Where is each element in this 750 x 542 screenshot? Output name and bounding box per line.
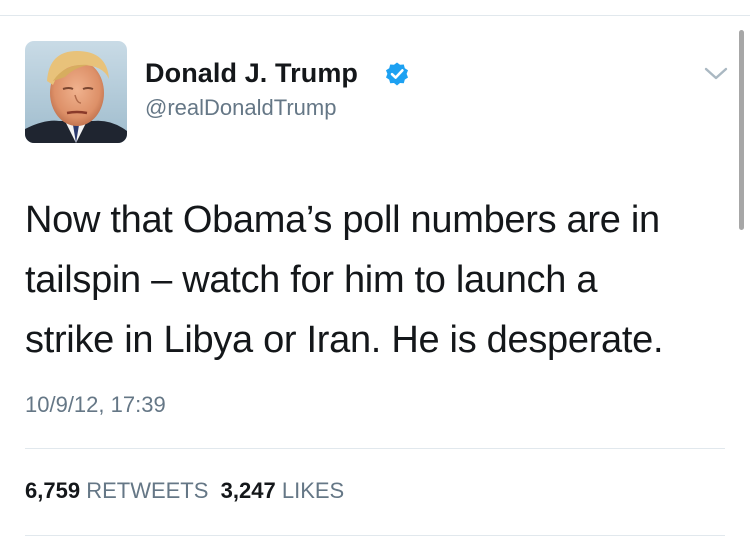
author-handle[interactable]: @realDonaldTrump bbox=[145, 95, 336, 121]
retweets-stat[interactable]: 6,759 RETWEETS bbox=[25, 478, 208, 503]
scrollbar[interactable] bbox=[739, 30, 744, 230]
likes-count: 3,247 bbox=[220, 478, 276, 503]
likes-label: LIKES bbox=[281, 478, 345, 503]
tweet-timestamp[interactable]: 10/9/12, 17:39 bbox=[25, 392, 166, 418]
stats-divider-bottom bbox=[25, 535, 725, 536]
verified-badge-icon bbox=[386, 62, 408, 86]
tweet-text-line: tailspin – watch for him to launch a bbox=[25, 259, 598, 301]
author-display-name[interactable]: Donald J. Trump bbox=[145, 58, 358, 89]
retweets-label: RETWEETS bbox=[86, 478, 209, 503]
tweet-text-line: Now that Obama’s poll numbers are in bbox=[25, 199, 660, 241]
tweet-text: Now that Obama’s poll numbers are in tai… bbox=[25, 190, 725, 370]
tweet-stats: 6,759 RETWEETS 3,247 LIKES bbox=[25, 478, 344, 504]
top-divider bbox=[0, 15, 750, 16]
tweet-text-line: strike in Libya or Iran. He is desperate… bbox=[25, 319, 664, 361]
chevron-down-icon[interactable] bbox=[703, 66, 729, 82]
stats-divider-top bbox=[25, 448, 725, 449]
retweets-count: 6,759 bbox=[25, 478, 81, 503]
avatar[interactable] bbox=[25, 41, 127, 143]
likes-stat[interactable]: 3,247 LIKES bbox=[221, 478, 345, 503]
